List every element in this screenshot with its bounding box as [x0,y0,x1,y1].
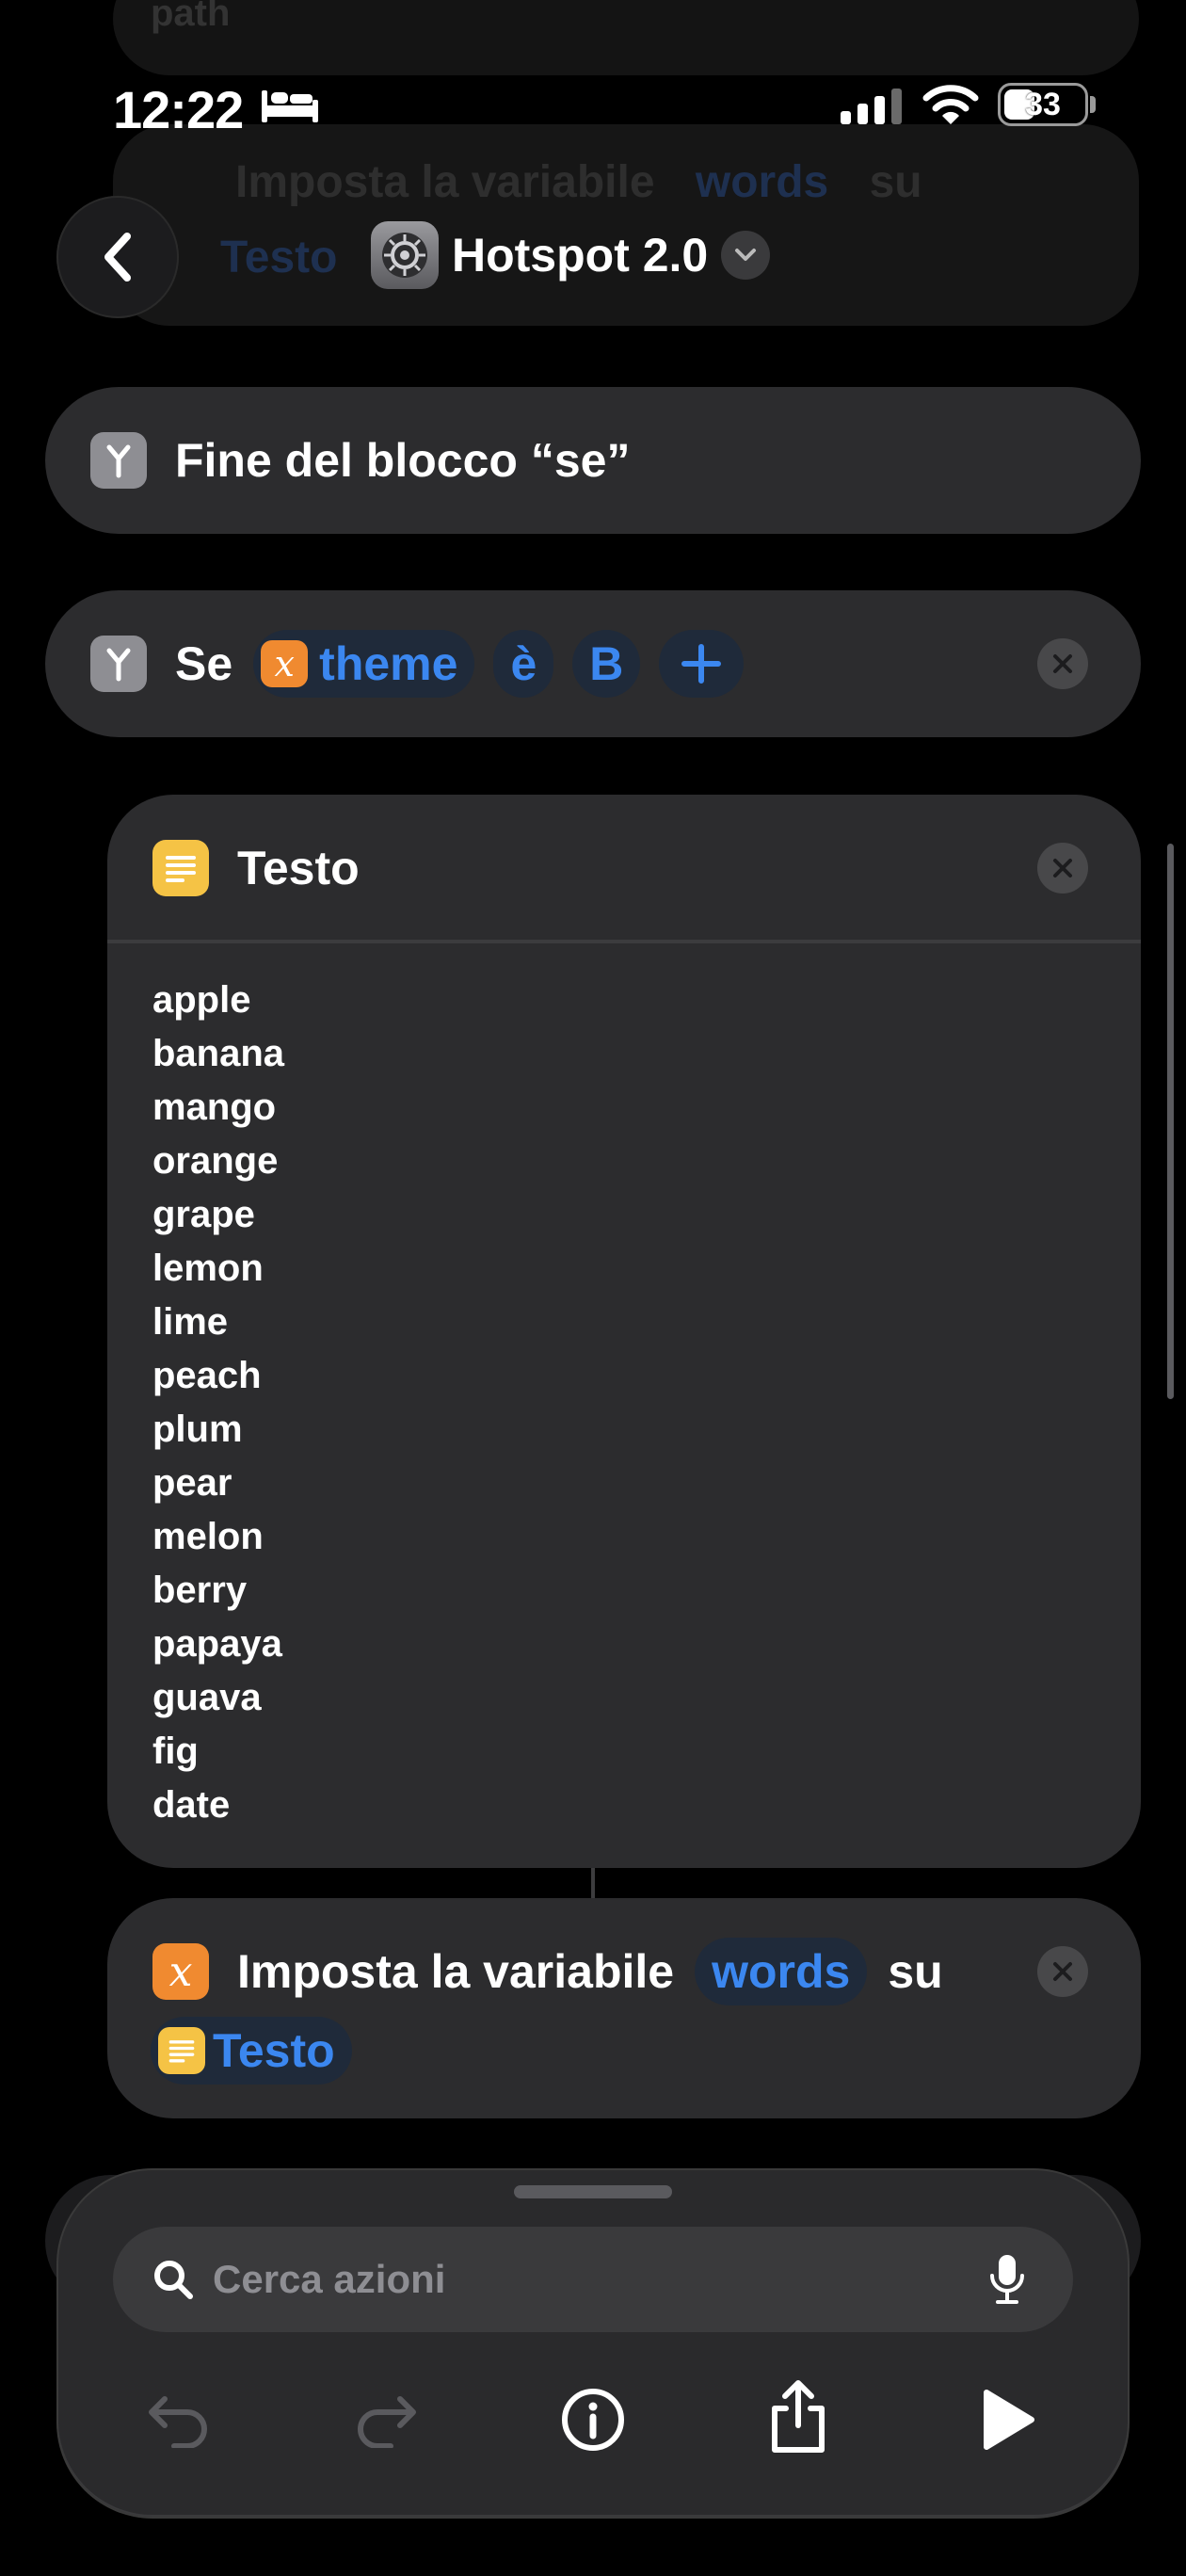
set-variable-action[interactable]: x Imposta la variabile words su Testo [107,1898,1141,2118]
battery-level: 33 [1025,86,1061,122]
info-button[interactable] [546,2373,640,2467]
bed-icon [262,90,318,122]
run-button[interactable] [960,2373,1054,2467]
branch-icon [90,636,147,692]
text-line: plum [152,1409,243,1450]
remove-action-button[interactable] [1037,638,1088,689]
text-action-title: Testo [237,842,360,894]
set-variable-label: Imposta la variabile [237,1945,675,1998]
close-icon [1053,654,1072,673]
su-label: su [888,1945,943,1998]
text-line: mango [152,1087,277,1128]
status-time: 12:22 [113,80,244,139]
text-line: papaya [152,1623,282,1665]
if-action[interactable]: Se x theme è B [45,590,1141,737]
close-icon [1053,1962,1072,1981]
plus-icon [681,644,722,684]
variable-icon: x [261,640,309,687]
chevron-down-icon [721,231,771,280]
if-variable-name: theme [319,637,458,690]
share-button[interactable] [751,2369,845,2463]
add-condition-button[interactable] [659,630,745,698]
ghost-path-text: path [151,0,231,34]
sheet-grabber[interactable] [514,2185,672,2198]
text-icon [158,2027,205,2074]
end-if-label: Fine del blocco “se” [175,434,631,487]
if-value-chip[interactable]: B [572,630,641,698]
search-placeholder: Cerca azioni [213,2257,446,2301]
redo-button[interactable] [339,2373,433,2467]
text-action[interactable]: Testo apple banana mango orange grape le… [107,795,1141,1868]
shortcut-title: Hotspot 2.0 [452,229,709,282]
info-icon [562,2389,624,2451]
microphone-icon[interactable] [988,2253,1026,2306]
variable-icon: x [152,1943,209,2000]
text-content-field[interactable]: apple banana mango orange grape lemon li… [152,974,1094,1832]
ghost-testo-text: Testo [220,233,338,282]
variable-name-chip[interactable]: words [695,1938,868,2005]
remove-action-button[interactable] [1037,1946,1088,1997]
text-line: lemon [152,1248,264,1289]
wifi-icon [922,85,979,124]
text-line: apple [152,979,251,1021]
shortcut-title-button[interactable]: Hotspot 2.0 [371,218,771,292]
text-line: pear [152,1462,232,1504]
back-button[interactable] [56,196,179,318]
settings-gear-icon [371,221,439,289]
variable-value-name: Testo [213,2024,335,2077]
branch-icon [90,432,147,489]
if-label: Se [175,637,233,690]
end-if-action[interactable]: Fine del blocco “se” [45,387,1141,534]
scrollbar[interactable] [1167,844,1174,1399]
text-line: peach [152,1355,262,1396]
text-line: orange [152,1140,279,1182]
text-line: date [152,1784,231,1826]
text-line: berry [152,1570,248,1611]
play-icon [984,2390,1034,2450]
text-line: lime [152,1301,229,1343]
redo-icon [358,2396,416,2448]
cellular-signal-icon [841,89,908,124]
share-icon [772,2380,825,2453]
chevron-left-icon [104,233,131,282]
text-line: grape [152,1194,255,1235]
ghost-setvar-text: Imposta la variabile words su [235,157,922,207]
ghost-card-top [113,0,1139,75]
undo-button[interactable] [132,2373,226,2467]
if-operator-chip[interactable]: è [493,630,554,698]
search-field[interactable]: Cerca azioni [113,2227,1073,2332]
battery-icon: 33 [998,83,1088,126]
battery-tip [1090,96,1096,113]
close-icon [1053,859,1072,877]
variable-value-chip[interactable]: Testo [151,2017,352,2085]
text-line: guava [152,1677,262,1718]
text-line: fig [152,1731,199,1772]
undo-icon [149,2396,207,2448]
divider [107,940,1141,943]
text-line: banana [152,1033,285,1074]
connector-line [591,1868,595,1898]
text-line: melon [152,1516,264,1557]
remove-action-button[interactable] [1037,843,1088,894]
search-icon [154,2261,193,2299]
text-icon [152,840,209,896]
if-variable-chip[interactable]: x theme [253,630,475,698]
